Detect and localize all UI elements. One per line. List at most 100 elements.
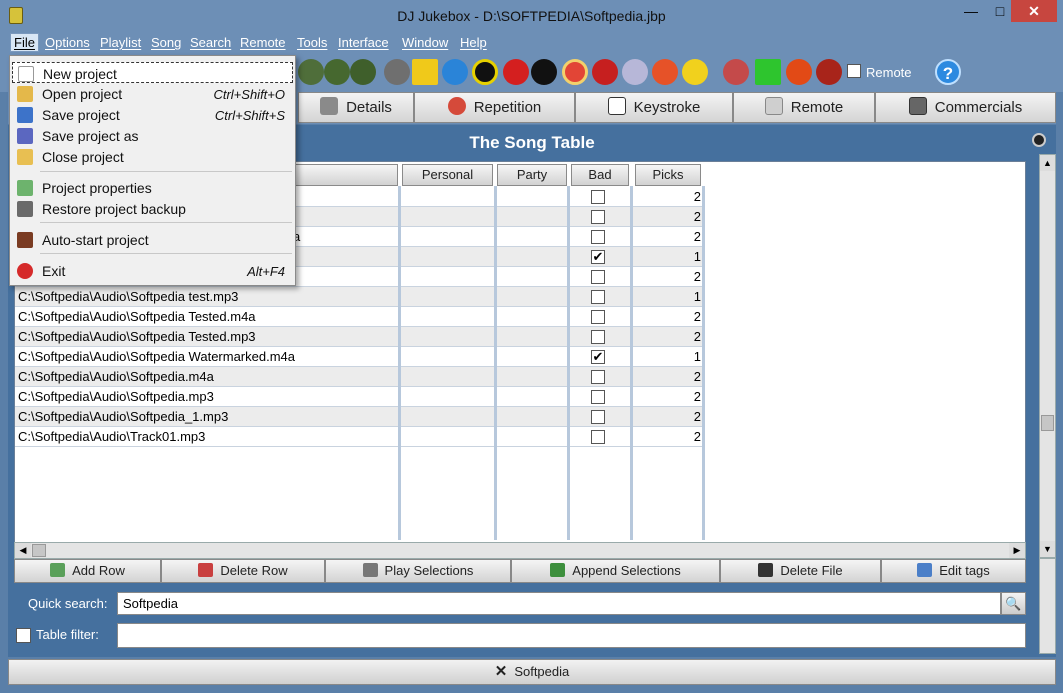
menu-item-restore-backup[interactable]: Restore project backup (12, 198, 293, 219)
column-header-picks[interactable]: Picks (635, 164, 701, 186)
menu-item-save-project-as[interactable]: Save project as (12, 125, 293, 146)
table-filter-label: Table filter: (36, 627, 99, 642)
horizontal-scrollbar[interactable]: ◀ ▶ (14, 542, 1026, 559)
menu-item-exit[interactable]: Exit Alt+F4 (12, 260, 293, 281)
bad-checkbox[interactable] (591, 270, 605, 284)
window-title: DJ Jukebox - D:\SOFTPEDIA\Softpedia.jbp (397, 8, 666, 24)
tab-commercials[interactable]: Commercials (875, 92, 1056, 123)
table-filter-input[interactable] (117, 623, 1026, 648)
bad-checkbox[interactable] (591, 370, 605, 384)
add-row-button[interactable]: Add Row (14, 559, 161, 583)
bad-checkbox[interactable]: ✔ (591, 350, 605, 364)
toolbar-power-icon[interactable] (786, 59, 812, 85)
vertical-scroll-thumb[interactable] (1041, 415, 1054, 431)
table-row[interactable]: C:\Softpedia\Audio\Softpedia Tested.m4a 2 (15, 307, 705, 327)
menu-search[interactable]: Search (190, 35, 231, 50)
menu-item-close-project[interactable]: Close project (12, 146, 293, 167)
toolbar-binoculars-add-icon[interactable] (324, 59, 350, 85)
table-row[interactable]: C:\Softpedia\Audio\Softpedia.m4a 2 (15, 367, 705, 387)
table-filter-checkbox[interactable] (16, 628, 31, 643)
toolbar-record-icon[interactable] (592, 59, 618, 85)
toolbar-head-icon[interactable] (384, 59, 410, 85)
bad-checkbox[interactable] (591, 230, 605, 244)
toolbar-apple-icon[interactable] (503, 59, 529, 85)
vertical-scrollbar[interactable]: ▲ ▼ (1039, 154, 1056, 558)
horizontal-scroll-thumb[interactable] (32, 544, 46, 557)
bad-checkbox[interactable] (591, 210, 605, 224)
delete-file-button[interactable]: Delete File (720, 559, 881, 583)
menu-remote[interactable]: Remote (240, 35, 286, 50)
column-header-personal[interactable]: Personal (402, 164, 493, 186)
quick-search-input[interactable] (117, 592, 1001, 615)
help-icon[interactable]: ? (935, 59, 961, 85)
tab-remote[interactable]: Remote (733, 92, 875, 123)
table-row[interactable]: C:\Softpedia\Audio\Softpedia Tested.mp3 2 (15, 327, 705, 347)
column-header-party[interactable]: Party (497, 164, 567, 186)
panel-scrollbar-lower[interactable] (1039, 558, 1056, 654)
file-menu-dropdown: New project Open project Ctrl+Shift+O Sav… (9, 55, 296, 286)
song-path-cell: C:\Softpedia\Audio\Softpedia.m4a (18, 369, 214, 384)
remote-checkbox[interactable] (847, 64, 861, 78)
append-selections-button[interactable]: Append Selections (511, 559, 720, 583)
picks-cell: 2 (693, 309, 701, 324)
toolbar-binoculars-icon[interactable] (298, 59, 324, 85)
bad-checkbox[interactable]: ✔ (591, 250, 605, 264)
table-row[interactable]: C:\Softpedia\Audio\Softpedia_1.mp3 2 (15, 407, 705, 427)
menu-item-auto-start[interactable]: Auto-start project (12, 229, 293, 250)
menu-window[interactable]: Window (402, 35, 448, 50)
tab-details[interactable]: Details (298, 92, 414, 123)
bad-checkbox[interactable] (591, 430, 605, 444)
tab-keystroke[interactable]: Keystroke (575, 92, 733, 123)
menu-item-new-project[interactable]: New project (12, 62, 293, 83)
bad-checkbox[interactable] (591, 330, 605, 344)
menu-item-save-project[interactable]: Save project Ctrl+Shift+S (12, 104, 293, 125)
menu-tools[interactable]: Tools (297, 35, 327, 50)
table-row[interactable]: C:\Softpedia\Audio\Softpedia test.mp3 1 (15, 287, 705, 307)
toolbar-star-icon[interactable] (682, 59, 708, 85)
table-row[interactable]: C:\Softpedia\Audio\Softpedia Watermarked… (15, 347, 705, 367)
menu-interface[interactable]: Interface (338, 35, 389, 50)
scroll-left-icon[interactable]: ◀ (15, 543, 31, 558)
table-row[interactable]: C:\Softpedia\Audio\Softpedia.mp3 2 (15, 387, 705, 407)
status-bar[interactable]: ✕ Softpedia (8, 659, 1056, 685)
play-selections-button[interactable]: Play Selections (325, 559, 511, 583)
menu-song[interactable]: Song (151, 35, 181, 50)
toolbar-eraser-icon[interactable] (723, 59, 749, 85)
menu-item-project-properties[interactable]: Project properties (12, 177, 293, 198)
close-folder-icon (17, 149, 33, 165)
toolbar-pie-icon[interactable] (652, 59, 678, 85)
scroll-right-icon[interactable]: ▶ (1009, 543, 1025, 558)
toolbar-flag-icon[interactable] (531, 59, 557, 85)
toolbar-play-icon[interactable] (472, 59, 498, 85)
panel-close-icon[interactable] (1032, 133, 1046, 147)
scroll-down-icon[interactable]: ▼ (1040, 541, 1055, 557)
toolbar-burst-icon[interactable] (755, 59, 781, 85)
bad-checkbox[interactable] (591, 310, 605, 324)
edit-tags-button[interactable]: Edit tags (881, 559, 1026, 583)
bad-checkbox[interactable] (591, 190, 605, 204)
menu-options[interactable]: Options (45, 35, 90, 50)
menu-item-open-project[interactable]: Open project Ctrl+Shift+O (12, 83, 293, 104)
minimize-button[interactable]: — (956, 0, 986, 22)
bad-checkbox[interactable] (591, 390, 605, 404)
table-row[interactable]: C:\Softpedia\Audio\Track01.mp3 2 (15, 427, 705, 447)
bad-checkbox[interactable] (591, 290, 605, 304)
toolbar-rooster-icon[interactable] (816, 59, 842, 85)
toolbar-badge-icon[interactable] (562, 59, 588, 85)
menu-file[interactable]: File (10, 33, 39, 52)
menu-help[interactable]: Help (460, 35, 487, 50)
scroll-up-icon[interactable]: ▲ (1040, 155, 1055, 171)
toolbar-warning-icon[interactable] (412, 59, 438, 85)
column-header-bad[interactable]: Bad (571, 164, 629, 186)
close-button[interactable]: ✕ (1011, 0, 1057, 22)
bad-checkbox[interactable] (591, 410, 605, 424)
toolbar-binoculars-next-icon[interactable] (350, 59, 376, 85)
tab-repetition[interactable]: Repetition (414, 92, 575, 123)
delete-row-button[interactable]: Delete Row (161, 559, 325, 583)
search-icon[interactable]: 🔍 (1001, 592, 1026, 615)
close-icon[interactable]: ✕ (495, 663, 508, 680)
menu-playlist[interactable]: Playlist (100, 35, 141, 50)
picks-cell: 2 (693, 409, 701, 424)
toolbar-music-note-icon[interactable] (442, 59, 468, 85)
toolbar-cd-icon[interactable] (622, 59, 648, 85)
